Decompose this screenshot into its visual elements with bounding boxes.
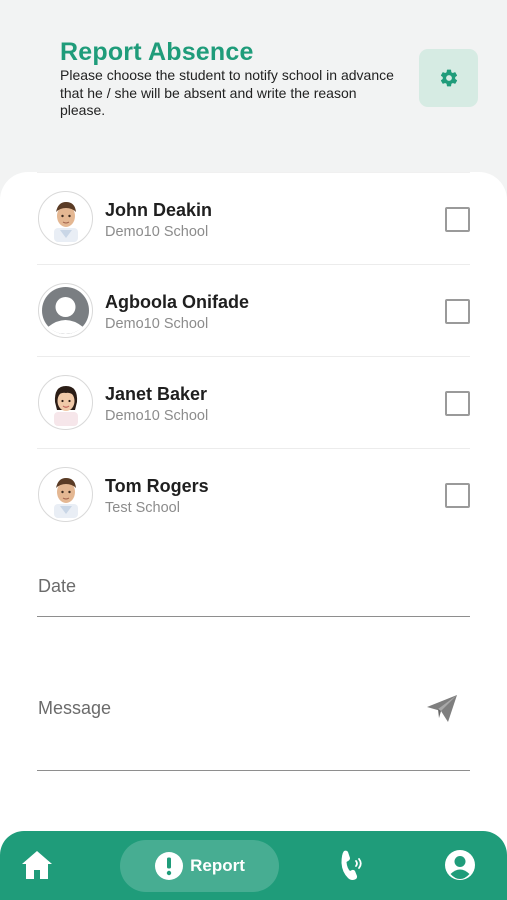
avatar	[38, 191, 93, 246]
placeholder-person-icon	[42, 287, 89, 334]
paper-plane-icon	[427, 695, 457, 722]
student-name: Tom Rogers	[105, 476, 209, 496]
send-button[interactable]	[424, 690, 460, 726]
phone-icon	[341, 850, 362, 880]
nav-report[interactable]: Report	[120, 840, 279, 892]
girl-photo-icon	[53, 385, 78, 426]
student-school: Demo10 School	[105, 408, 209, 424]
user-circle-icon	[445, 850, 475, 880]
student-checkbox[interactable]	[445, 299, 470, 324]
avatar	[38, 375, 93, 430]
list-item[interactable]: Tom Rogers Test School	[37, 448, 470, 540]
date-placeholder: Date	[38, 576, 77, 596]
list-item[interactable]: John Deakin Demo10 School	[37, 172, 470, 264]
list-item[interactable]: Janet Baker Demo10 School	[37, 356, 470, 448]
student-school: Test School	[105, 500, 180, 516]
page-title: Report Absence	[60, 38, 254, 66]
header: Report Absence Please choose the student…	[0, 0, 507, 175]
nav-profile[interactable]	[444, 849, 476, 881]
boy-photo-icon	[53, 477, 78, 518]
student-school: Demo10 School	[105, 316, 209, 332]
settings-button[interactable]	[419, 49, 478, 107]
student-checkbox[interactable]	[445, 207, 470, 232]
avatar	[38, 467, 93, 522]
bottom-nav: Report	[0, 831, 507, 900]
home-icon	[22, 851, 52, 879]
report-absence-screen: Report Absence Please choose the student…	[0, 0, 507, 900]
nav-call[interactable]	[336, 847, 366, 883]
page-subtitle: Please choose the student to notify scho…	[60, 67, 394, 118]
date-field[interactable]: Date	[37, 570, 470, 617]
list-item[interactable]: Agboola Onifade Demo10 School	[37, 264, 470, 356]
gear-icon	[440, 69, 457, 87]
student-checkbox[interactable]	[445, 483, 470, 508]
student-list: John Deakin Demo10 School Agboola Onifad…	[37, 172, 470, 540]
boy-photo-icon	[53, 201, 78, 242]
student-name: Janet Baker	[105, 384, 208, 404]
nav-report-label: Report	[190, 856, 245, 875]
student-name: John Deakin	[105, 200, 213, 220]
avatar	[38, 283, 93, 338]
exclamation-circle-icon	[155, 852, 184, 880]
message-placeholder: Message	[38, 698, 112, 718]
main-card: John Deakin Demo10 School Agboola Onifad…	[0, 172, 507, 872]
nav-home[interactable]	[19, 847, 55, 883]
student-checkbox[interactable]	[445, 391, 470, 416]
message-field[interactable]: Message	[37, 680, 470, 771]
student-school: Demo10 School	[105, 224, 209, 240]
student-name: Agboola Onifade	[105, 292, 249, 312]
